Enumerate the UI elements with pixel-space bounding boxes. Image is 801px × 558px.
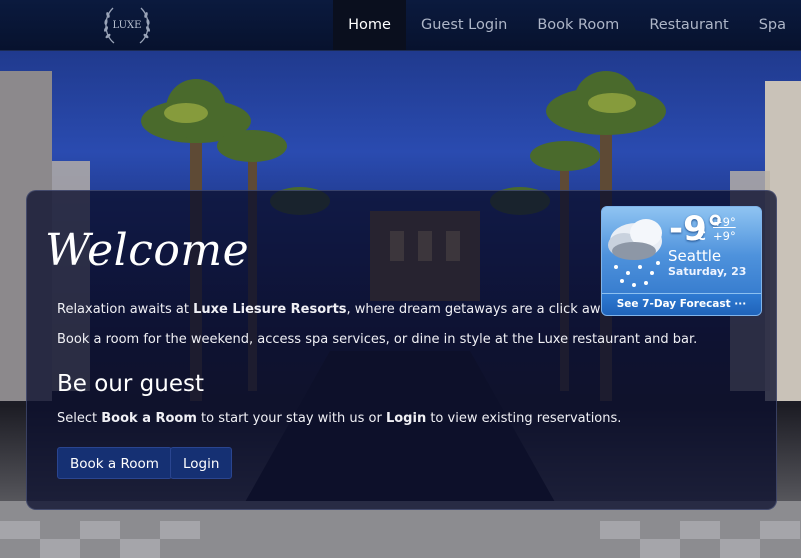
svg-text:LUXE: LUXE xyxy=(113,20,142,31)
instructions-text: Select Book a Room to start your stay wi… xyxy=(57,411,622,426)
nav-restaurant[interactable]: Restaurant xyxy=(634,0,743,50)
intro-text: Relaxation awaits at Luxe Liesure Resort… xyxy=(57,302,619,317)
forecast-link[interactable]: See 7-Day Forecast ··· xyxy=(602,293,761,315)
weather-date: Saturday, 23 xyxy=(668,265,747,278)
low-temperature: +9° xyxy=(713,229,736,243)
cloud-rain-icon xyxy=(606,211,668,295)
book-room-button[interactable]: Book a Room xyxy=(57,447,172,479)
nav-book-room[interactable]: Book Room xyxy=(522,0,634,50)
nav-home[interactable]: Home xyxy=(333,0,406,50)
brand-name: Luxe Liesure Resorts xyxy=(193,302,347,317)
welcome-heading: Welcome xyxy=(45,225,250,276)
navbar: LUXE Home Guest Login Book Room Restaura… xyxy=(0,0,801,51)
weather-widget[interactable]: -9° C +9° +9° Seattle Saturday, 23 See 7… xyxy=(601,206,762,316)
temperature-unit: C xyxy=(697,229,706,243)
main-nav: Home Guest Login Book Room Restaurant Sp… xyxy=(333,0,801,50)
weather-city: Seattle xyxy=(668,247,722,265)
guest-heading: Be our guest xyxy=(57,371,204,397)
high-temperature: +9° xyxy=(713,215,736,229)
nav-guest-login[interactable]: Guest Login xyxy=(406,0,522,50)
logo[interactable]: LUXE xyxy=(100,3,154,47)
services-text: Book a room for the weekend, access spa … xyxy=(57,332,698,347)
nav-spa[interactable]: Spa xyxy=(744,0,801,50)
login-button[interactable]: Login xyxy=(170,447,233,479)
